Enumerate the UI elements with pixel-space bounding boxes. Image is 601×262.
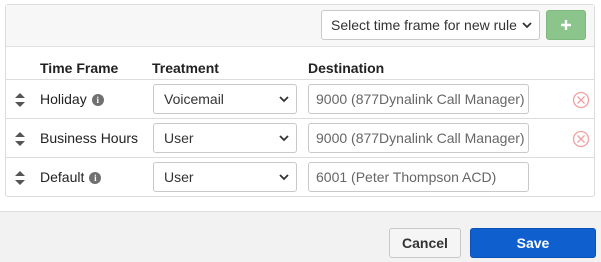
treatment-select[interactable]: Voicemail xyxy=(153,84,297,114)
time-frame-name: Holiday i xyxy=(40,91,104,107)
column-header-time-frame: Time Frame xyxy=(40,60,119,76)
dialog-footer: Cancel Save xyxy=(0,211,601,262)
treatment-value: User xyxy=(164,130,194,146)
timeframe-select-value: Select time frame for new rule xyxy=(331,17,517,33)
destination-field[interactable]: 9000 (877Dynalink Call Manager) xyxy=(308,84,529,114)
treatment-select[interactable]: User xyxy=(153,162,297,192)
treatment-value: Voicemail xyxy=(164,91,224,107)
chevron-down-icon xyxy=(522,22,532,29)
destination-field[interactable]: 6001 (Peter Thompson ACD) xyxy=(308,162,529,192)
delete-rule-icon[interactable] xyxy=(572,91,590,109)
column-header-treatment: Treatment xyxy=(152,60,219,76)
destination-field[interactable]: 9000 (877Dynalink Call Manager) xyxy=(308,123,529,153)
time-frame-name: Business Hours xyxy=(40,130,138,146)
info-icon[interactable]: i xyxy=(91,94,104,106)
plus-icon xyxy=(561,20,571,30)
reorder-handle-icon[interactable] xyxy=(13,90,27,110)
cancel-button[interactable]: Cancel xyxy=(389,228,461,258)
rules-toolbar: Select time frame for new rule xyxy=(6,5,594,47)
info-icon[interactable]: i xyxy=(89,172,102,184)
add-rule-button[interactable] xyxy=(546,10,586,40)
time-frame-name: Default i xyxy=(40,169,102,185)
reorder-handle-icon[interactable] xyxy=(13,168,27,188)
delete-rule-icon[interactable] xyxy=(572,130,590,148)
chevron-down-icon xyxy=(279,174,289,181)
timeframe-select[interactable]: Select time frame for new rule xyxy=(321,10,540,40)
rule-row: Default i User 6001 (Peter Thompson ACD) xyxy=(6,158,594,196)
rule-row: Business Hours User 9000 (877Dynalink Call… xyxy=(6,119,594,157)
column-header-destination: Destination xyxy=(308,60,385,76)
time-frame-label: Default xyxy=(40,169,85,185)
time-frame-label: Business Hours xyxy=(40,130,139,146)
treatment-select[interactable]: User xyxy=(153,123,297,153)
chevron-down-icon xyxy=(279,96,289,103)
treatment-value: User xyxy=(164,169,194,185)
rules-panel: Select time frame for new rule Time Fram… xyxy=(5,4,595,197)
chevron-down-icon xyxy=(279,135,289,142)
rule-row: Holiday i Voicemail 9000 (877Dynalink Call … xyxy=(6,80,594,118)
reorder-handle-icon[interactable] xyxy=(13,129,27,149)
time-frame-label: Holiday xyxy=(40,91,87,107)
save-button[interactable]: Save xyxy=(470,228,596,258)
